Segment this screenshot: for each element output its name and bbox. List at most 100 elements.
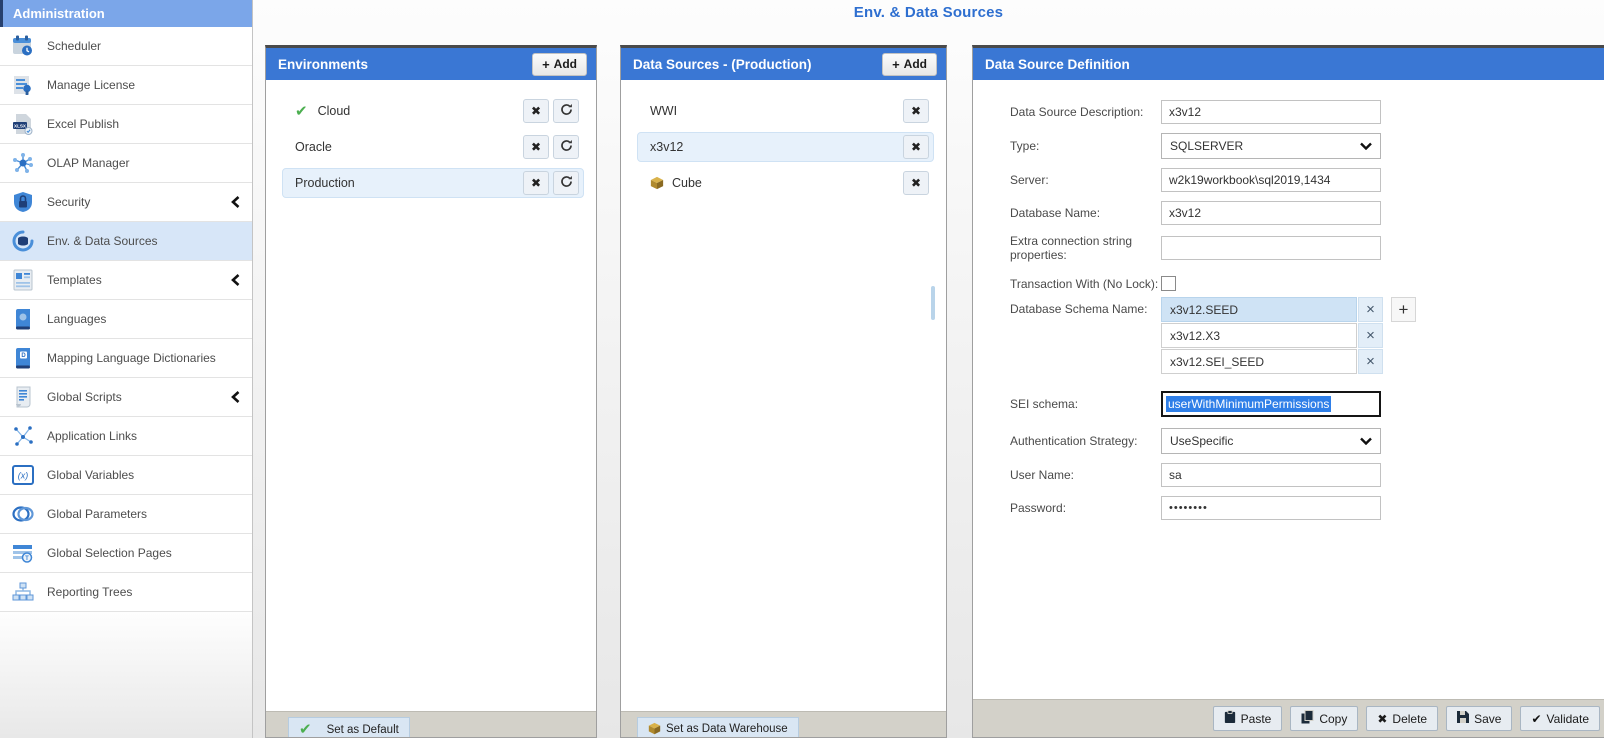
sidebar-item-manage-license[interactable]: Manage License: [0, 66, 252, 105]
sidebar-item-env-data-sources[interactable]: Env. & Data Sources: [0, 222, 252, 261]
add-schema-button[interactable]: +: [1391, 297, 1416, 322]
chevron-down-icon: [1360, 139, 1372, 153]
link-nodes-icon: [8, 423, 38, 449]
sidebar-item-mapping-language-dictionaries[interactable]: D Mapping Language Dictionaries: [0, 339, 252, 378]
description-label: Data Source Description:: [1010, 105, 1161, 119]
environments-panel-footer: ✔ Set as Default: [266, 711, 596, 737]
server-input[interactable]: [1161, 168, 1381, 192]
sidebar-item-label: Scheduler: [47, 39, 240, 53]
delete-environment-button[interactable]: ✖: [523, 99, 549, 123]
schema-row[interactable]: x3v12.X3 ×: [1161, 323, 1383, 348]
delete-button[interactable]: ✖ Delete: [1366, 706, 1438, 731]
refresh-environment-button[interactable]: [553, 135, 579, 159]
sidebar-item-languages[interactable]: Languages: [0, 300, 252, 339]
environment-name: Production: [295, 176, 523, 190]
sidebar-item-reporting-trees[interactable]: Reporting Trees: [0, 573, 252, 612]
sidebar-item-global-scripts[interactable]: Global Scripts: [0, 378, 252, 417]
variable-box-icon: (x): [8, 462, 38, 488]
schema-row[interactable]: x3v12.SEI_SEED ×: [1161, 349, 1383, 374]
refresh-icon: [560, 175, 573, 191]
definition-panel-header: Data Source Definition: [973, 48, 1604, 80]
delete-data-source-button[interactable]: ✖: [903, 171, 929, 195]
svg-text:(x): (x): [18, 471, 29, 481]
database-name-input[interactable]: [1161, 201, 1381, 225]
remove-schema-button[interactable]: ×: [1358, 323, 1383, 348]
paste-label: Paste: [1241, 712, 1272, 726]
paste-button[interactable]: Paste: [1213, 706, 1283, 731]
schema-value[interactable]: x3v12.SEI_SEED: [1161, 349, 1357, 374]
scrollbar-thumb[interactable]: [931, 286, 935, 320]
refresh-environment-button[interactable]: [553, 171, 579, 195]
dictionary-book-icon: D: [8, 345, 38, 371]
definition-form: Data Source Description: Type: SQLSERVER…: [973, 80, 1604, 520]
server-label: Server:: [1010, 173, 1161, 187]
environment-row-production[interactable]: Production ✖: [282, 168, 584, 198]
type-select[interactable]: SQLSERVER: [1161, 133, 1381, 159]
description-input[interactable]: [1161, 100, 1381, 124]
sidebar-item-label: Global Selection Pages: [47, 546, 240, 560]
add-data-source-button[interactable]: + Add: [882, 53, 937, 76]
delete-label: Delete: [1392, 712, 1427, 726]
data-sources-panel-footer: Set as Data Warehouse: [621, 711, 946, 737]
remove-schema-button[interactable]: ×: [1358, 297, 1383, 322]
tree-hierarchy-icon: [8, 579, 38, 605]
environment-row-cloud[interactable]: ✔ Cloud ✖: [282, 96, 584, 126]
language-book-icon: [8, 306, 38, 332]
transaction-nolock-checkbox[interactable]: [1161, 276, 1176, 291]
schema-list: x3v12.SEED × x3v12.X3 × x3v12.SEI_SEED ×: [1161, 297, 1383, 374]
delete-data-source-button[interactable]: ✖: [903, 99, 929, 123]
svg-text:XLSX: XLSX: [14, 123, 27, 128]
copy-button[interactable]: Copy: [1290, 706, 1358, 731]
schema-value[interactable]: x3v12.X3: [1161, 323, 1357, 348]
close-icon: ✖: [531, 176, 541, 190]
environments-panel-header: Environments + Add: [266, 48, 596, 80]
refresh-environment-button[interactable]: [553, 99, 579, 123]
delete-environment-button[interactable]: ✖: [523, 171, 549, 195]
environments-panel-title: Environments: [278, 57, 368, 72]
data-source-row-wwi[interactable]: WWI ✖: [637, 96, 934, 126]
plus-icon: +: [1399, 300, 1409, 320]
sidebar-item-application-links[interactable]: Application Links: [0, 417, 252, 456]
chevron-left-icon[interactable]: [230, 196, 240, 208]
password-label: Password:: [1010, 501, 1161, 515]
auth-strategy-select[interactable]: UseSpecific: [1161, 428, 1381, 454]
schema-value[interactable]: x3v12.SEED: [1161, 297, 1357, 322]
add-environment-button[interactable]: + Add: [532, 53, 587, 76]
delete-environment-button[interactable]: ✖: [523, 135, 549, 159]
schema-row[interactable]: x3v12.SEED ×: [1161, 297, 1383, 322]
sidebar-item-global-selection-pages[interactable]: T Global Selection Pages: [0, 534, 252, 573]
set-as-default-button[interactable]: ✔ Set as Default: [288, 717, 410, 738]
olap-network-icon: [8, 150, 38, 176]
calendar-clock-icon: [8, 33, 38, 59]
delete-data-source-button[interactable]: ✖: [903, 135, 929, 159]
user-name-input[interactable]: [1161, 463, 1381, 487]
extra-properties-input[interactable]: [1161, 236, 1381, 260]
parameter-rings-icon: [8, 501, 38, 527]
password-input[interactable]: [1161, 496, 1381, 520]
data-source-row-cube[interactable]: Cube ✖: [637, 168, 934, 198]
set-as-data-warehouse-button[interactable]: Set as Data Warehouse: [637, 717, 799, 738]
environment-row-oracle[interactable]: Oracle ✖: [282, 132, 584, 162]
copy-icon: [1301, 710, 1314, 727]
plus-icon: +: [892, 57, 900, 72]
delete-x-icon: ✖: [1377, 713, 1387, 725]
data-source-name: WWI: [650, 104, 903, 118]
chevron-left-icon[interactable]: [230, 274, 240, 286]
save-button[interactable]: Save: [1446, 706, 1512, 731]
sidebar-item-global-parameters[interactable]: Global Parameters: [0, 495, 252, 534]
sidebar-item-label: Templates: [47, 273, 230, 287]
chevron-left-icon[interactable]: [230, 391, 240, 403]
sidebar-item-scheduler[interactable]: Scheduler: [0, 27, 252, 66]
sidebar-item-olap-manager[interactable]: OLAP Manager: [0, 144, 252, 183]
sidebar-item-templates[interactable]: Templates: [0, 261, 252, 300]
type-label: Type:: [1010, 139, 1161, 153]
validate-button[interactable]: ✔ Validate: [1520, 706, 1600, 731]
sei-schema-input[interactable]: userWithMinimumPermissions: [1161, 391, 1381, 417]
sidebar-item-global-variables[interactable]: (x) Global Variables: [0, 456, 252, 495]
sidebar-title: Administration: [0, 0, 252, 27]
data-source-row-x3v12[interactable]: x3v12 ✖: [637, 132, 934, 162]
remove-schema-button[interactable]: ×: [1358, 349, 1383, 374]
sidebar-item-excel-publish[interactable]: XLSX Excel Publish: [0, 105, 252, 144]
sidebar-item-security[interactable]: Security: [0, 183, 252, 222]
data-sources-panel: Data Sources - (Production) + Add WWI ✖ …: [620, 45, 947, 738]
